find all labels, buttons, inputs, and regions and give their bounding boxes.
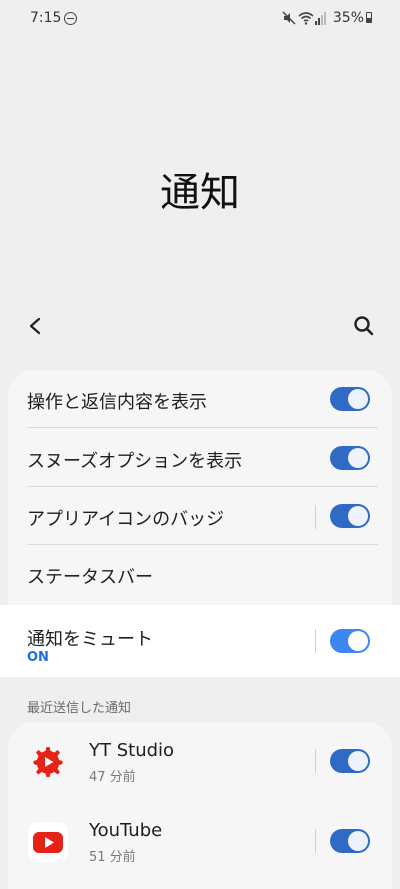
- yt-studio-icon: [33, 747, 63, 777]
- toggle-knob: [348, 389, 368, 409]
- setting-row-snooze-options[interactable]: スヌーズオプションを表示: [8, 429, 392, 487]
- vertical-divider: [315, 505, 316, 529]
- toggle-switch[interactable]: [330, 829, 370, 853]
- back-button[interactable]: [22, 312, 50, 340]
- section-title-recent: 最近送信した通知: [27, 701, 132, 716]
- search-icon: [354, 316, 374, 336]
- status-icons: 35%: [232, 8, 372, 28]
- toggle-knob: [348, 831, 368, 851]
- app-time: 51 分前: [89, 850, 136, 865]
- app-row-yt-studio[interactable]: YT Studio 47 分前: [8, 722, 392, 802]
- battery-level: 35%: [332, 10, 364, 26]
- setting-status: ON: [27, 650, 49, 665]
- vertical-divider: [315, 829, 316, 853]
- vertical-divider: [315, 749, 316, 773]
- divider: [27, 427, 378, 428]
- setting-row-status-bar[interactable]: ステータスバー: [8, 545, 392, 603]
- toggle-switch[interactable]: [330, 749, 370, 773]
- setting-label: 通知をミュート: [27, 629, 153, 650]
- mute-icon: [282, 11, 296, 25]
- setting-label: スヌーズオプションを表示: [27, 451, 243, 472]
- setting-label: 操作と返信内容を表示: [27, 392, 207, 413]
- toggle-switch[interactable]: [330, 629, 370, 653]
- app-name: YT Studio: [89, 740, 175, 761]
- vertical-divider: [315, 629, 316, 653]
- do-not-disturb-icon: [64, 12, 77, 25]
- toggle-knob: [348, 751, 368, 771]
- wifi-icon: [298, 12, 314, 25]
- setting-row-mute-notifications[interactable]: 通知をミュート ON: [0, 605, 400, 677]
- youtube-icon: [28, 822, 68, 862]
- setting-row-app-icon-badges[interactable]: アプリアイコンのバッジ: [8, 487, 392, 545]
- status-bar: 7:15 35%: [0, 0, 400, 36]
- back-arrow-icon: [29, 317, 41, 335]
- app-time: 47 分前: [89, 770, 136, 785]
- toggle-knob: [348, 631, 368, 651]
- app-row-youtube[interactable]: YouTube 51 分前: [8, 802, 392, 882]
- setting-label: ステータスバー: [27, 567, 153, 588]
- toggle-switch[interactable]: [330, 446, 370, 470]
- toggle-switch[interactable]: [330, 387, 370, 411]
- toggle-switch[interactable]: [330, 504, 370, 528]
- status-time: 7:15: [30, 10, 62, 26]
- page-title: 通知: [160, 170, 240, 216]
- app-name: YouTube: [89, 820, 163, 841]
- toggle-knob: [348, 448, 368, 468]
- battery-icon: [366, 12, 372, 23]
- search-button[interactable]: [350, 312, 378, 340]
- recent-apps-card: YT Studio 47 分前 YouTube 51 分前: [8, 722, 392, 889]
- setting-row-show-actions[interactable]: 操作と返信内容を表示: [8, 370, 392, 428]
- setting-label: アプリアイコンのバッジ: [27, 509, 225, 530]
- toggle-knob: [348, 506, 368, 526]
- signal-icon: [315, 12, 326, 25]
